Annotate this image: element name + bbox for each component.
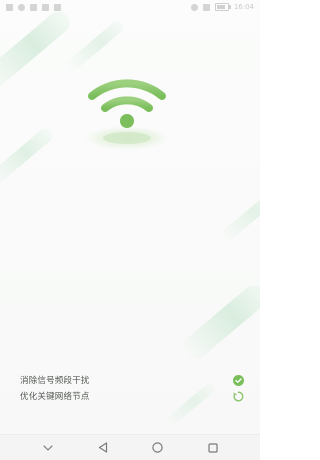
task-label: 消除信号频段干扰 — [20, 376, 90, 386]
loading-spinner-icon — [233, 391, 244, 402]
wifi-illustration — [70, 60, 190, 160]
system-navigation-bar — [0, 434, 260, 460]
task-row: 消除信号频段干扰 — [20, 372, 244, 388]
status-bar-right: 16:04 — [190, 3, 254, 11]
clock-text: 16:04 — [233, 3, 254, 11]
decorative-stripe — [0, 7, 75, 95]
eye-icon — [190, 3, 198, 11]
home-icon[interactable] — [150, 440, 166, 456]
task-label: 优化关键网络节点 — [20, 392, 90, 402]
wifi-status-icon — [18, 3, 25, 11]
battery-icon — [214, 3, 231, 11]
decorative-stripe — [178, 280, 260, 364]
status-bar-left — [6, 3, 61, 11]
hide-keyboard-icon[interactable] — [40, 440, 56, 456]
optimization-task-list: 消除信号频段干扰 优化关键网络节点 — [20, 372, 244, 404]
recents-icon[interactable] — [205, 440, 221, 456]
app-notification-icon — [42, 3, 49, 11]
app-notification-icon — [54, 3, 61, 11]
status-bar: 16:04 — [0, 0, 260, 14]
back-icon[interactable] — [95, 440, 111, 456]
signal-icon — [6, 3, 13, 11]
task-row: 优化关键网络节点 — [20, 388, 244, 404]
decorative-stripe — [0, 125, 56, 189]
wifi-icon — [85, 79, 169, 150]
signal-strength-icon — [202, 3, 210, 11]
decorative-stripe — [219, 188, 260, 244]
app-notification-icon — [30, 3, 37, 11]
wifi-optimize-screen: 16:04 消除信号频段干扰 优化关键网络节点 — [0, 0, 260, 460]
check-circle-icon — [233, 374, 244, 386]
